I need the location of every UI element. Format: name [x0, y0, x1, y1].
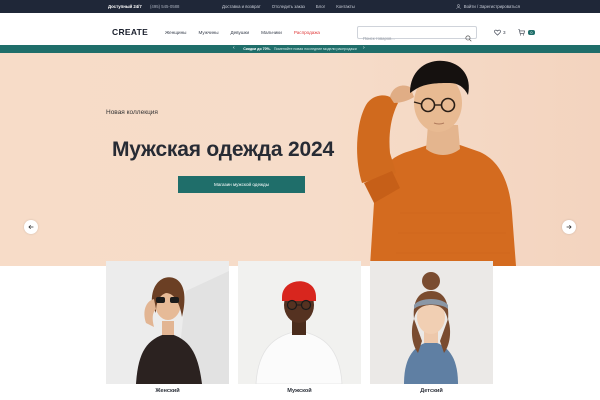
nav-item-boys[interactable]: Мальчики	[261, 30, 282, 35]
promo-subtext: Поменяйте новая последние модели распрод…	[273, 47, 357, 52]
hero-model-image	[357, 60, 516, 266]
promo-bar: ‹ Скидки до 70%. Поменяйте новая последни…	[0, 45, 600, 53]
hero-title: Мужская одежда 2024	[112, 138, 334, 161]
hero-cta-button[interactable]: Магазин мужской одежды	[178, 176, 305, 193]
category-label-women[interactable]: Женский	[106, 388, 229, 394]
promo-text: Скидки до 70%. Поменяйте новая последние …	[0, 47, 600, 51]
category-cards	[106, 261, 493, 384]
login-label: Войти / Зарегистрироваться	[463, 3, 520, 9]
promo-next-arrow-icon[interactable]: ›	[363, 46, 365, 51]
cart-button[interactable]: 0	[518, 29, 535, 36]
cart-count-badge: 0	[528, 29, 535, 36]
login-link[interactable]: Войти / Зарегистрироваться	[456, 4, 520, 9]
promo-headline: Скидки до 70%.	[243, 47, 271, 52]
nav-item-women[interactable]: Женщины	[165, 30, 186, 35]
wishlist-button[interactable]: 3	[494, 29, 506, 36]
phone-number[interactable]: (495) 545-0588	[150, 4, 179, 9]
wishlist-count: 3	[503, 30, 506, 35]
top-links: Доставка и возврат Отследить заказ Блог …	[222, 4, 355, 9]
availability-text: Доступный 24/7	[108, 4, 142, 9]
main-header: CREATE Женщины Мужчины Девушки Мальчики …	[0, 13, 600, 45]
nav-item-girls[interactable]: Девушки	[231, 30, 250, 35]
logo[interactable]: CREATE	[112, 27, 148, 37]
top-bar: Доступный 24/7 (495) 545-0588 Доставка и…	[0, 0, 600, 13]
hero-prev-button[interactable]	[24, 220, 38, 234]
category-image-women	[106, 261, 229, 384]
nav-item-sale[interactable]: Распродажа	[294, 30, 320, 35]
heart-icon	[494, 29, 501, 36]
cart-icon	[518, 29, 525, 36]
hero-next-button[interactable]	[562, 220, 576, 234]
page: Доступный 24/7 (495) 545-0588 Доставка и…	[0, 0, 600, 400]
main-nav: Женщины Мужчины Девушки Мальчики Распрод…	[165, 30, 320, 35]
arrow-left-icon	[28, 224, 34, 230]
category-image-kids	[370, 261, 493, 384]
hero-kicker: Новая коллекция	[106, 109, 158, 116]
category-label-kids[interactable]: Детский	[370, 388, 493, 394]
top-link-track-order[interactable]: Отследить заказ	[272, 4, 305, 9]
top-link-delivery[interactable]: Доставка и возврат	[222, 4, 261, 9]
category-label-men[interactable]: Мужской	[238, 388, 361, 394]
nav-item-men[interactable]: Мужчины	[198, 30, 218, 35]
search-input[interactable]	[363, 33, 463, 44]
search-icon	[465, 35, 472, 42]
category-card-men[interactable]	[238, 261, 361, 384]
top-link-contacts[interactable]: Контакты	[336, 4, 355, 9]
category-image-men	[238, 261, 361, 384]
user-icon	[456, 3, 461, 9]
top-link-blog[interactable]: Блог	[316, 4, 325, 9]
category-labels: Женский Мужской Детский	[106, 388, 493, 394]
search-box	[357, 26, 477, 44]
arrow-right-icon	[566, 224, 572, 230]
category-card-women[interactable]	[106, 261, 229, 384]
category-card-kids[interactable]	[370, 261, 493, 384]
hero-banner: Новая коллекция Мужская одежда 2024 Мага…	[0, 53, 600, 266]
